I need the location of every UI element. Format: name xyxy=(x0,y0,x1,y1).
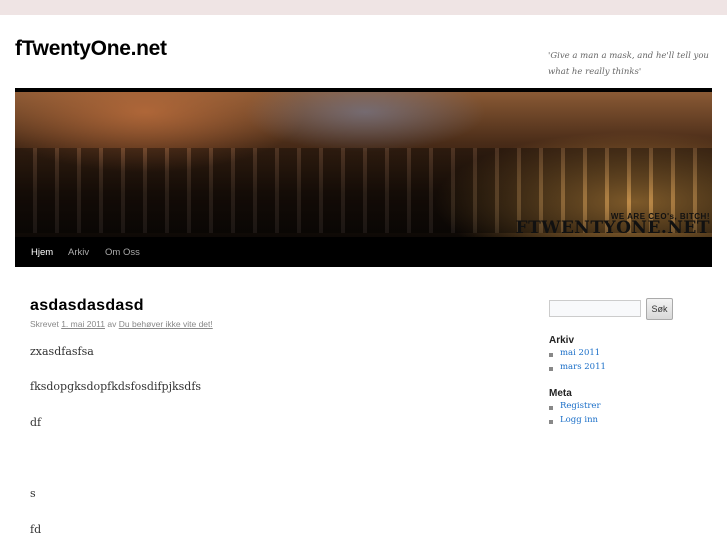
post-paragraph: fd xyxy=(30,523,42,536)
search-input[interactable] xyxy=(549,300,641,317)
meta-list: Registrer Logg inn xyxy=(549,401,601,428)
post-meta: Skrevet 1. mai 2011 av Du behøver ikke v… xyxy=(30,319,213,329)
list-item: mars 2011 xyxy=(549,362,606,376)
archive-list: mai 2011 mars 2011 xyxy=(549,348,606,375)
banner-logo: FTWENTYONE.NET xyxy=(515,218,710,237)
meta-widget-title: Meta xyxy=(549,388,572,399)
nav-hjem[interactable]: Hjem xyxy=(31,247,53,258)
top-bar xyxy=(0,0,727,15)
main-nav: Hjem Arkiv Om Oss xyxy=(15,237,712,267)
search-button[interactable]: Søk xyxy=(646,298,673,320)
post-paragraph: df xyxy=(30,416,42,429)
list-item: Registrer xyxy=(549,401,601,415)
nav-arkiv[interactable]: Arkiv xyxy=(68,247,89,258)
nav-om-oss[interactable]: Om Oss xyxy=(105,247,140,258)
archive-widget-title: Arkiv xyxy=(549,335,575,346)
list-item: mai 2011 xyxy=(549,348,606,362)
post-author-link[interactable]: Du behøver ikke vite det! xyxy=(119,319,213,329)
meta-by: av xyxy=(107,319,117,329)
post-title[interactable]: asdasdasdasd xyxy=(30,297,144,315)
archive-link[interactable]: mars 2011 xyxy=(560,362,606,372)
post-date-link[interactable]: 1. mai 2011 xyxy=(61,319,105,329)
post-paragraph: zxasdfasfsa xyxy=(30,345,94,358)
site-description: 'Give a man a mask, and he'll tell you w… xyxy=(548,51,709,77)
site-title[interactable]: fTwentyOne.net xyxy=(15,37,167,61)
meta-prefix: Skrevet xyxy=(30,319,59,329)
post-paragraph: fksdopgksdopfkdsfosdifpjksdfs xyxy=(30,380,202,393)
login-link[interactable]: Logg inn xyxy=(560,415,598,425)
register-link[interactable]: Registrer xyxy=(560,401,601,411)
list-item: Logg inn xyxy=(549,415,601,429)
archive-link[interactable]: mai 2011 xyxy=(560,348,600,358)
header-banner: WE ARE CEO's, BITCH! FTWENTYONE.NET xyxy=(15,88,712,237)
post-paragraph: s xyxy=(30,487,36,500)
